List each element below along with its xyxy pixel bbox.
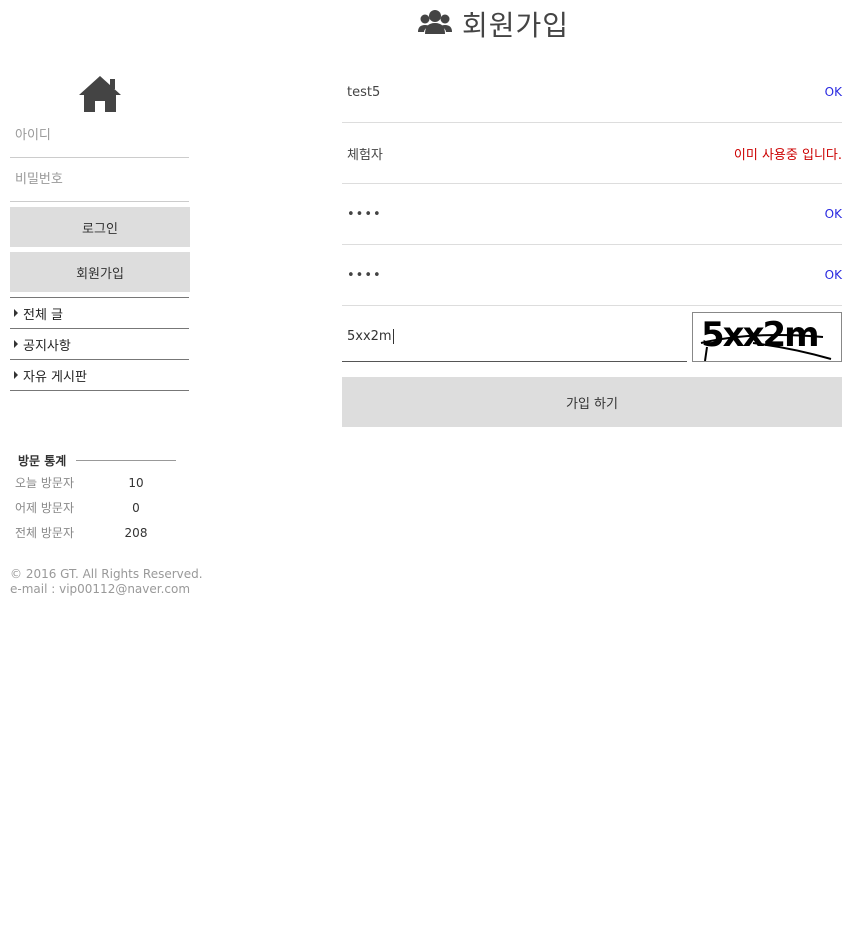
- stat-value: 208: [124, 525, 148, 540]
- menu-item-label: 자유 게시판: [23, 369, 87, 385]
- nickname-field[interactable]: 체험자: [342, 144, 383, 163]
- stat-label: 전체 방문자: [15, 526, 75, 540]
- triangle-right-icon: [14, 371, 18, 379]
- stat-value: 0: [132, 500, 140, 515]
- captcha-input-value: 5xx2m: [347, 328, 392, 344]
- menu-item-free-board[interactable]: 자유 게시판: [10, 360, 189, 391]
- menu-item-label: 전체 글: [23, 307, 64, 323]
- triangle-right-icon: [14, 340, 18, 348]
- captcha-noise-lines: [700, 333, 832, 361]
- submit-button[interactable]: 가입 하기: [342, 377, 842, 427]
- login-button[interactable]: 로그인: [10, 207, 190, 247]
- password-confirm-field[interactable]: ••••: [342, 268, 382, 283]
- nickname-status: 이미 사용중 입니다.: [733, 147, 842, 163]
- password-input[interactable]: [10, 158, 189, 202]
- board-menu: 전체 글 공지사항 자유 게시판: [10, 297, 189, 391]
- password-confirm-status: OK: [824, 268, 842, 282]
- stats-title: 방문 통계: [18, 453, 67, 468]
- username-field[interactable]: test5: [342, 85, 380, 100]
- visit-stats: 방문 통계 오늘 방문자 10 어제 방문자 0 전체 방문자 208: [10, 450, 190, 545]
- stat-value: 10: [128, 475, 144, 490]
- signup-button[interactable]: 회원가입: [10, 252, 190, 292]
- stat-label: 오늘 방문자: [15, 476, 75, 490]
- stats-divider: [76, 459, 177, 461]
- footer: © 2016 GT. All Rights Reserved. e-mail :…: [10, 567, 203, 597]
- stat-row-yesterday: 어제 방문자 0: [10, 495, 190, 520]
- stat-row-today: 오늘 방문자 10: [10, 470, 190, 495]
- password-confirm-row[interactable]: •••• OK: [342, 245, 842, 306]
- signup-form: test5 OK 체험자 이미 사용중 입니다. •••• OK •••• OK…: [342, 62, 842, 427]
- username-status: OK: [824, 85, 842, 99]
- triangle-right-icon: [14, 309, 18, 317]
- copyright-text: © 2016 GT. All Rights Reserved.: [10, 567, 203, 581]
- nickname-row[interactable]: 체험자 이미 사용중 입니다.: [342, 123, 842, 184]
- page-title-text: 회원가입: [462, 9, 570, 42]
- password-field[interactable]: ••••: [342, 207, 382, 222]
- password-row[interactable]: •••• OK: [342, 184, 842, 245]
- email-text: e-mail : vip00112@naver.com: [10, 582, 191, 596]
- id-input[interactable]: [10, 114, 189, 158]
- captcha-input[interactable]: 5xx2m: [342, 312, 687, 362]
- stat-label: 어제 방문자: [15, 501, 75, 515]
- captcha-row: 5xx2m 5xx2m: [342, 306, 842, 367]
- users-icon: [418, 10, 452, 34]
- captcha-image: 5xx2m: [692, 311, 842, 362]
- menu-item-label: 공지사항: [23, 338, 71, 354]
- stats-header: 방문 통계: [10, 450, 190, 470]
- home-icon[interactable]: [77, 74, 123, 114]
- password-status: OK: [824, 207, 842, 221]
- text-caret: [392, 328, 394, 344]
- stat-row-total: 전체 방문자 208: [10, 520, 190, 545]
- page-title: 회원가입: [418, 4, 569, 44]
- menu-item-notice[interactable]: 공지사항: [10, 329, 189, 360]
- sidebar: 로그인 회원가입 전체 글 공지사항 자유 게시판: [10, 74, 190, 391]
- menu-item-all-posts[interactable]: 전체 글: [10, 298, 189, 329]
- username-row[interactable]: test5 OK: [342, 62, 842, 123]
